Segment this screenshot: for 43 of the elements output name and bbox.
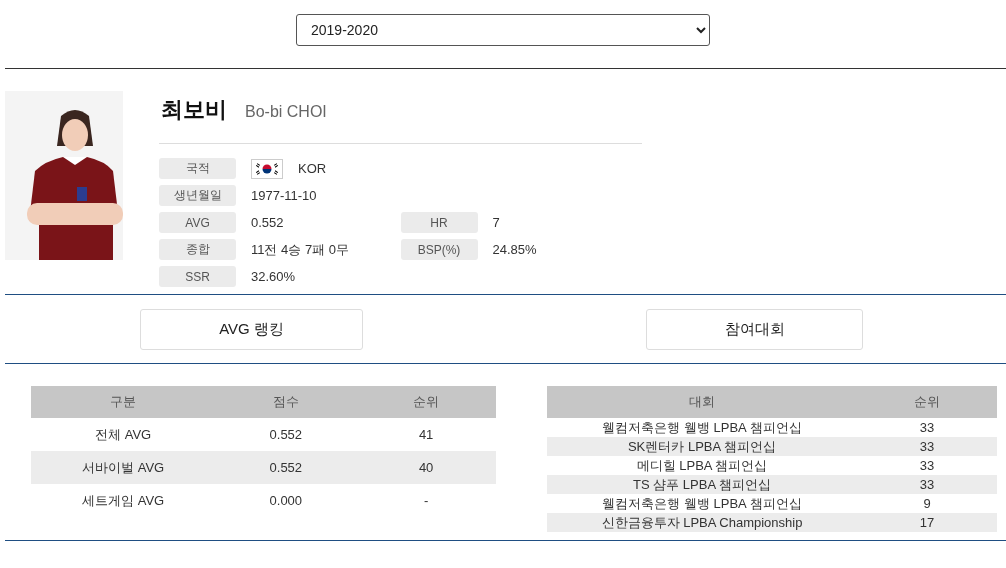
avg-ranking-button[interactable]: AVG 랭킹	[140, 308, 363, 350]
info-value: KOR	[298, 161, 327, 176]
table-cell: TS 샴푸 LPBA 챔피언십	[547, 475, 857, 494]
info-label: 종합	[159, 239, 236, 260]
table-cell: 전체 AVG	[31, 418, 216, 451]
table-cell: 41	[356, 418, 496, 451]
table-cell: 서바이벌 AVG	[31, 451, 216, 484]
table-cell: SK렌터카 LPBA 챔피언십	[547, 437, 857, 456]
info-label: AVG	[159, 212, 236, 233]
info-value: 24.85%	[492, 242, 537, 257]
table-cell: 33	[857, 418, 997, 437]
table-cell: 웰컴저축은행 웰뱅 LPBA 챔피언십	[547, 418, 857, 437]
column-header: 대회	[547, 386, 857, 418]
info-label: 국적	[159, 158, 236, 179]
info-value: 32.60%	[251, 269, 296, 284]
table-cell: 웰컴저축은행 웰뱅 LPBA 챔피언십	[547, 494, 857, 513]
table-cell: 17	[857, 513, 997, 532]
table-cell: 메디힐 LPBA 챔피언십	[547, 456, 857, 475]
table-cell: 33	[857, 437, 997, 456]
column-header: 순위	[356, 386, 496, 418]
info-label: BSP(%)	[400, 239, 478, 260]
table-cell: 신한금융투자 LPBA Championship	[547, 513, 857, 532]
info-value: 1977-11-10	[251, 188, 317, 203]
info-value: 7	[492, 215, 500, 230]
table-cell: 33	[857, 456, 997, 475]
season-select[interactable]: 2019-2020	[296, 14, 710, 46]
table-cell: 0.552	[215, 418, 357, 451]
info-value: 11전 4승 7패 0무	[251, 240, 350, 259]
table-cell: 33	[857, 475, 997, 494]
table-cell: 9	[857, 494, 997, 513]
tournaments-button[interactable]: 참여대회	[646, 308, 863, 350]
table-cell: 0.552	[215, 451, 357, 484]
info-value: 0.552	[251, 215, 284, 230]
player-english-name: Bo-bi CHOI	[245, 103, 327, 121]
table-cell: 40	[356, 451, 496, 484]
column-header: 구분	[31, 386, 216, 418]
korean-flag-icon	[251, 158, 283, 179]
player-korean-name: 최보비	[161, 96, 227, 124]
info-label: 생년월일	[159, 185, 236, 206]
column-header: 점수	[215, 386, 357, 418]
info-label: HR	[400, 212, 478, 233]
info-label: SSR	[159, 266, 236, 287]
column-header: 순위	[857, 386, 997, 418]
